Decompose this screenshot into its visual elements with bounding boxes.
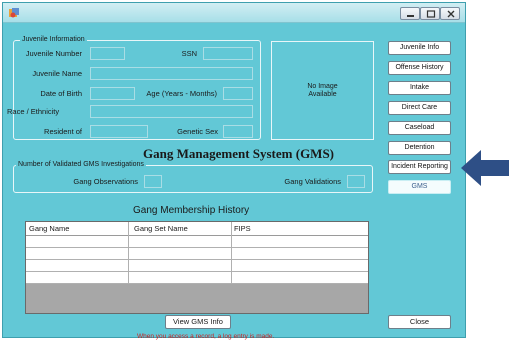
log-entry-note: When you access a record, a log entry is…: [137, 333, 275, 340]
gms-button[interactable]: GMS: [388, 180, 451, 194]
ssn-field[interactable]: [203, 47, 253, 60]
column-divider: [231, 222, 232, 283]
table-row[interactable]: [26, 272, 368, 284]
resident-field[interactable]: [90, 125, 148, 138]
column-divider: [128, 222, 129, 283]
pointer-arrow-icon: [461, 150, 509, 186]
maximize-button[interactable]: [420, 7, 440, 20]
ssn-label: SSN: [181, 49, 197, 58]
table-row[interactable]: [26, 236, 368, 248]
gms-investigations-legend: Number of Validated GMS Investigations: [16, 160, 146, 170]
table-row[interactable]: [26, 260, 368, 272]
age-field[interactable]: [223, 87, 253, 100]
incident-reporting-button[interactable]: Incident Reporting: [388, 160, 451, 174]
table-header: Gang Name Gang Set Name FIPS: [26, 222, 368, 236]
title-bar: [3, 3, 465, 23]
view-gms-info-button[interactable]: View GMS Info: [165, 315, 231, 329]
app-icon: [9, 8, 19, 18]
intake-button[interactable]: Intake: [388, 81, 451, 95]
juvenile-number-label: Juvenile Number: [25, 49, 82, 58]
column-gang-set-name[interactable]: Gang Set Name: [134, 224, 188, 233]
gang-observations-field[interactable]: [144, 175, 162, 188]
close-icon: [447, 10, 455, 18]
juvenile-number-field[interactable]: [90, 47, 125, 60]
dob-label: Date of Birth: [40, 89, 82, 98]
race-label: Race / Ethnicity: [7, 107, 60, 116]
offense-history-button[interactable]: Offense History: [388, 61, 451, 75]
direct-care-button[interactable]: Direct Care: [388, 101, 451, 115]
genetic-sex-label: Genetic Sex: [177, 127, 218, 136]
juvenile-info-legend: Juvenile Information: [20, 35, 87, 45]
gang-validations-field[interactable]: [347, 175, 365, 188]
membership-history-title: Gang Membership History: [133, 205, 250, 216]
juvenile-info-button[interactable]: Juvenile Info: [388, 41, 451, 55]
minimize-icon: [407, 15, 414, 17]
maximize-icon: [426, 10, 436, 18]
close-window-button[interactable]: [440, 7, 460, 20]
table-row[interactable]: [26, 248, 368, 260]
gms-title: Gang Management System (GMS): [143, 146, 335, 161]
column-gang-name[interactable]: Gang Name: [29, 224, 69, 233]
genetic-sex-field[interactable]: [223, 125, 253, 138]
detention-button[interactable]: Detention: [388, 141, 451, 155]
main-window: Juvenile Information Juvenile Number SSN…: [2, 2, 466, 340]
photo-text-line1: No Image: [307, 82, 338, 90]
close-button[interactable]: Close: [388, 315, 451, 329]
column-fips[interactable]: FIPS: [234, 224, 251, 233]
membership-history-table[interactable]: Gang Name Gang Set Name FIPS: [25, 221, 369, 314]
dob-field[interactable]: [90, 87, 135, 100]
juvenile-name-field[interactable]: [90, 67, 253, 80]
gang-observations-label: Gang Observations: [73, 177, 138, 186]
juvenile-name-label: Juvenile Name: [32, 69, 82, 78]
photo-placeholder: No Image Available: [271, 41, 374, 140]
caseload-button[interactable]: Caseload: [388, 121, 451, 135]
race-field[interactable]: [90, 105, 253, 118]
age-label: Age (Years - Months): [146, 89, 217, 98]
resident-label: Resident of: [44, 127, 82, 136]
gang-validations-label: Gang Validations: [284, 177, 341, 186]
minimize-button[interactable]: [400, 7, 420, 20]
photo-text-line2: Available: [308, 90, 337, 98]
